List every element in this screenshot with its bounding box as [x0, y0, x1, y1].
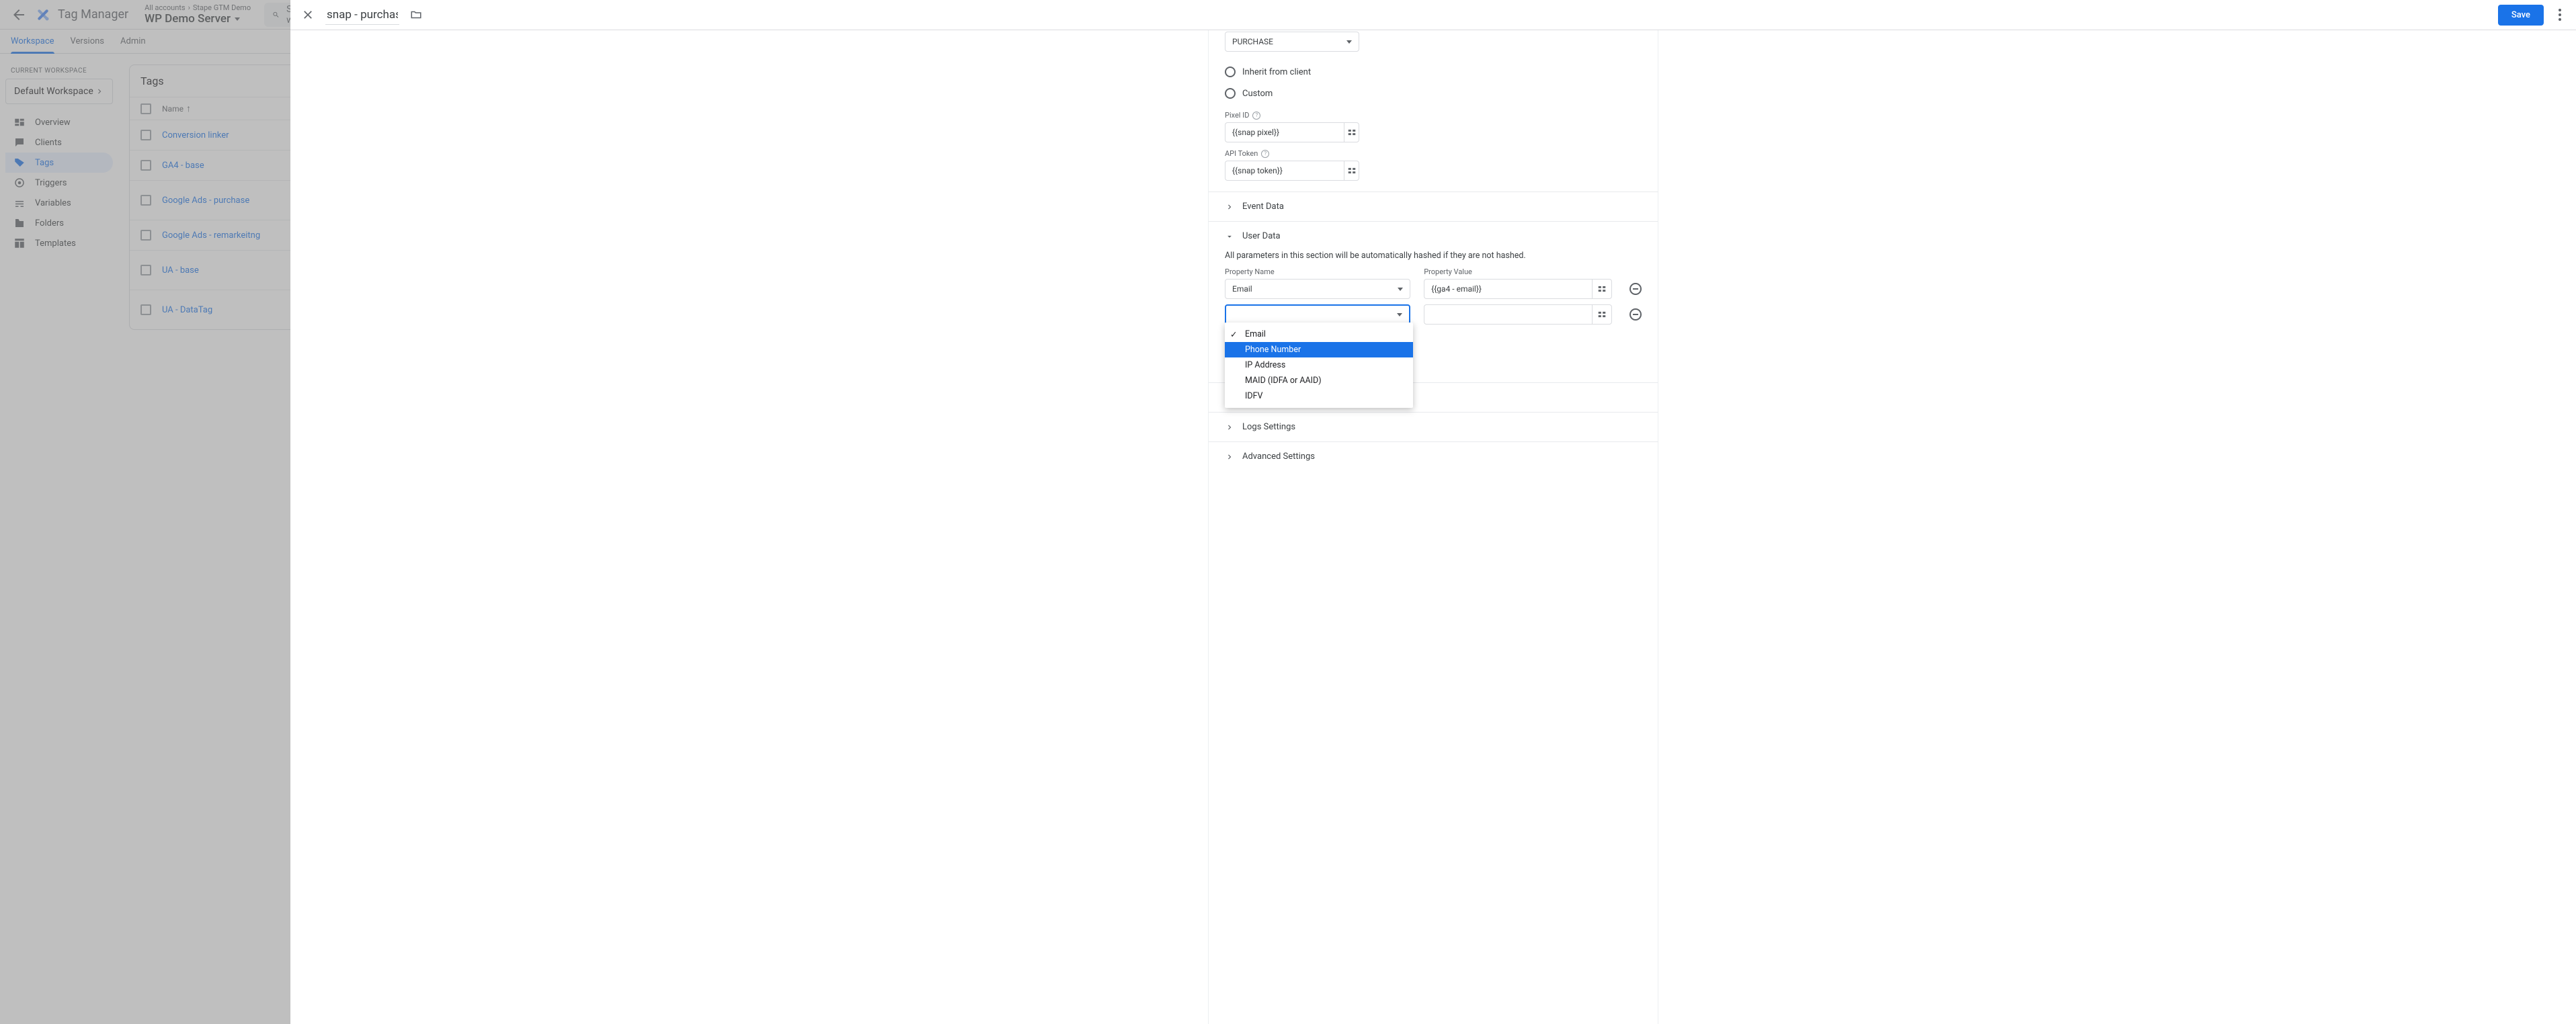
- option-idfv[interactable]: IDFV: [1225, 388, 1413, 404]
- event-type-select[interactable]: PURCHASE: [1225, 32, 1359, 52]
- property-value-input-1[interactable]: [1424, 279, 1592, 299]
- remove-row-icon[interactable]: [1629, 283, 1642, 295]
- modal-overlay: Save PURCHASE Inherit from client: [0, 0, 2576, 1024]
- property-name-select-2[interactable]: [1225, 304, 1410, 325]
- option-ip[interactable]: IP Address: [1225, 357, 1413, 373]
- variable-picker-icon[interactable]: [1344, 161, 1359, 181]
- variable-picker-icon[interactable]: [1592, 304, 1612, 325]
- accordion-event-data[interactable]: Event Data: [1209, 191, 1658, 221]
- chevron-down-icon: [1225, 232, 1234, 241]
- option-email[interactable]: ✓Email: [1225, 327, 1413, 342]
- folder-icon[interactable]: [410, 9, 422, 21]
- caret-down-icon: [1398, 288, 1403, 291]
- accordion-user-data[interactable]: User Data: [1209, 221, 1658, 251]
- accordion-advanced-settings[interactable]: Advanced Settings: [1209, 441, 1658, 471]
- hash-hint: All parameters in this section will be a…: [1225, 251, 1642, 261]
- chevron-right-icon: [1225, 423, 1234, 432]
- radio-icon: [1225, 67, 1236, 77]
- check-icon: ✓: [1230, 329, 1237, 340]
- radio-custom[interactable]: Custom: [1225, 83, 1642, 104]
- chevron-right-icon: [1225, 202, 1234, 212]
- help-icon[interactable]: ?: [1261, 150, 1269, 158]
- pixel-id-label: Pixel ID ?: [1225, 111, 1642, 120]
- variable-picker-icon[interactable]: [1592, 279, 1612, 299]
- property-value-input-2[interactable]: [1424, 304, 1592, 325]
- property-name-select-1[interactable]: Email: [1225, 279, 1410, 299]
- property-name-dropdown: ✓Email Phone Number IP Address MAID (IDF…: [1225, 323, 1413, 408]
- pixel-id-input[interactable]: [1225, 122, 1344, 142]
- save-button[interactable]: Save: [2498, 5, 2544, 26]
- modal-header: Save: [290, 0, 2576, 30]
- prop-value-label: Property Value: [1424, 267, 1612, 276]
- prop-name-label: Property Name: [1225, 267, 1410, 276]
- accordion-logs-settings[interactable]: Logs Settings: [1209, 412, 1658, 441]
- option-phone[interactable]: Phone Number: [1225, 342, 1413, 357]
- help-icon[interactable]: ?: [1252, 112, 1260, 120]
- option-maid[interactable]: MAID (IDFA or AAID): [1225, 373, 1413, 388]
- tag-editor-modal: Save PURCHASE Inherit from client: [290, 0, 2576, 1024]
- tag-name-input[interactable]: [325, 5, 399, 25]
- caret-down-icon: [1346, 40, 1352, 44]
- user-data-body: All parameters in this section will be a…: [1209, 251, 1658, 382]
- close-icon[interactable]: [301, 8, 315, 22]
- api-token-label: API Token ?: [1225, 149, 1642, 158]
- radio-inherit[interactable]: Inherit from client: [1225, 61, 1642, 83]
- radio-icon: [1225, 88, 1236, 99]
- variable-picker-icon[interactable]: [1344, 122, 1359, 142]
- caret-down-icon: [1397, 313, 1402, 316]
- chevron-right-icon: [1225, 452, 1234, 462]
- more-menu-icon[interactable]: [2554, 5, 2565, 25]
- remove-row-icon[interactable]: [1629, 308, 1642, 321]
- api-token-input[interactable]: [1225, 161, 1344, 181]
